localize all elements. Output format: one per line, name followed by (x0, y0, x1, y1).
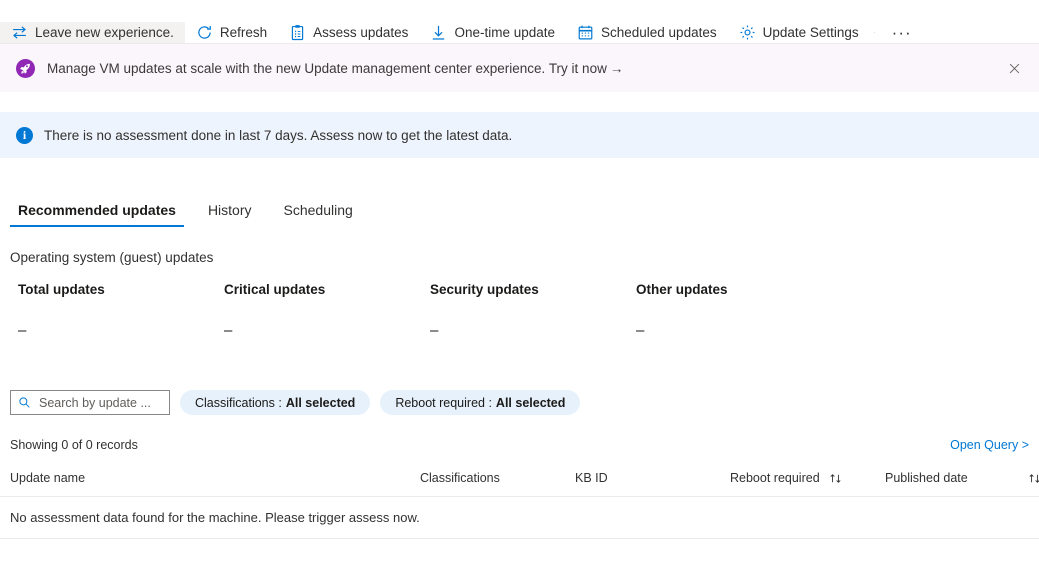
filter-pill-value: All selected (496, 396, 565, 410)
stat-value: – (430, 322, 636, 339)
toolbar-divider (874, 32, 875, 33)
sort-arrows-icon (829, 472, 842, 485)
search-box[interactable] (10, 390, 170, 415)
more-commands-label: ··· (892, 24, 912, 41)
column-header-reboot-required[interactable]: Reboot required (730, 471, 885, 485)
filter-pill-label: Reboot required : (395, 396, 492, 410)
filter-bar: Classifications : All selected Reboot req… (10, 390, 1039, 415)
assess-updates-button[interactable]: Assess updates (278, 22, 419, 43)
update-settings-button[interactable]: Update Settings (728, 22, 870, 43)
column-header-classifications[interactable]: Classifications (420, 471, 575, 485)
refresh-label: Refresh (220, 25, 267, 40)
stat-label: Total updates (18, 282, 224, 297)
info-banner: i There is no assessment done in last 7 … (0, 112, 1039, 158)
stat-card-critical-updates: Critical updates – (224, 282, 430, 339)
column-header-reboot-required-label: Reboot required (730, 471, 820, 485)
table-empty-message: No assessment data found for the machine… (0, 497, 1039, 539)
stat-value: – (18, 322, 224, 339)
info-banner-text: There is no assessment done in last 7 da… (44, 128, 512, 143)
search-icon (18, 396, 31, 409)
clipboard-checklist-icon (289, 24, 306, 41)
more-commands-button[interactable]: ··· (879, 22, 925, 43)
one-time-update-label: One-time update (454, 25, 555, 40)
table-header-row: Update name Classifications KB ID Reboot… (0, 471, 1039, 497)
rocket-icon (16, 59, 35, 78)
close-icon (1009, 63, 1020, 74)
tab-history[interactable]: History (200, 202, 260, 227)
filter-pill-reboot-required[interactable]: Reboot required : All selected (380, 390, 580, 415)
stat-label: Other updates (636, 282, 842, 297)
scheduled-updates-label: Scheduled updates (601, 25, 717, 40)
calendar-icon (577, 24, 594, 41)
promo-close-button[interactable] (1001, 55, 1027, 81)
command-bar: Leave new experience. Refresh Assess upd… (0, 0, 1039, 44)
scheduled-updates-button[interactable]: Scheduled updates (566, 22, 728, 43)
sort-arrows-icon (1028, 472, 1039, 485)
column-header-published-date-label: Published date (885, 471, 968, 485)
promo-banner-message: Manage VM updates at scale with the new … (47, 61, 545, 76)
info-icon: i (16, 127, 33, 144)
updates-table: Update name Classifications KB ID Reboot… (0, 471, 1039, 539)
leave-new-experience-label: Leave new experience. (35, 25, 174, 40)
promo-banner-text: Manage VM updates at scale with the new … (47, 61, 623, 76)
tab-recommended-updates-label: Recommended updates (18, 202, 176, 218)
records-count: Showing 0 of 0 records (10, 438, 138, 452)
filter-pill-value: All selected (286, 396, 355, 410)
refresh-icon (196, 24, 213, 41)
column-header-update-name[interactable]: Update name (10, 471, 420, 485)
stat-label: Critical updates (224, 282, 430, 297)
stat-value: – (636, 322, 842, 339)
refresh-button[interactable]: Refresh (185, 22, 278, 43)
one-time-update-button[interactable]: One-time update (419, 22, 566, 43)
leave-new-experience-button[interactable]: Leave new experience. (0, 22, 185, 43)
filter-pill-label: Classifications : (195, 396, 282, 410)
gear-icon (739, 24, 756, 41)
banner-spacer (0, 92, 1039, 112)
swap-arrows-icon (11, 24, 28, 41)
promo-banner: Manage VM updates at scale with the new … (0, 44, 1039, 92)
stat-label: Security updates (430, 282, 636, 297)
column-header-kb-id[interactable]: KB ID (575, 471, 730, 485)
download-arrow-icon (430, 24, 447, 41)
stat-card-security-updates: Security updates – (430, 282, 636, 339)
stats-row: Total updates – Critical updates – Secur… (0, 282, 1039, 339)
assess-updates-label: Assess updates (313, 25, 408, 40)
tab-scheduling[interactable]: Scheduling (276, 202, 361, 227)
tab-scheduling-label: Scheduling (284, 202, 353, 218)
tab-history-label: History (208, 202, 252, 218)
tab-recommended-updates[interactable]: Recommended updates (10, 202, 184, 227)
column-header-published-date[interactable]: Published date (885, 471, 1039, 485)
update-settings-label: Update Settings (763, 25, 859, 40)
promo-try-it-now-link[interactable]: Try it now (549, 61, 607, 76)
stat-card-other-updates: Other updates – (636, 282, 842, 339)
stat-card-total-updates: Total updates – (18, 282, 224, 339)
records-row: Showing 0 of 0 records Open Query > (10, 438, 1029, 452)
stats-section-title: Operating system (guest) updates (10, 250, 1039, 265)
stat-value: – (224, 322, 430, 339)
filter-pill-classifications[interactable]: Classifications : All selected (180, 390, 370, 415)
search-input[interactable] (37, 395, 162, 411)
open-query-link[interactable]: Open Query > (950, 438, 1029, 452)
promo-arrow-icon: → (610, 61, 624, 76)
tab-bar: Recommended updates History Scheduling (0, 193, 1039, 227)
